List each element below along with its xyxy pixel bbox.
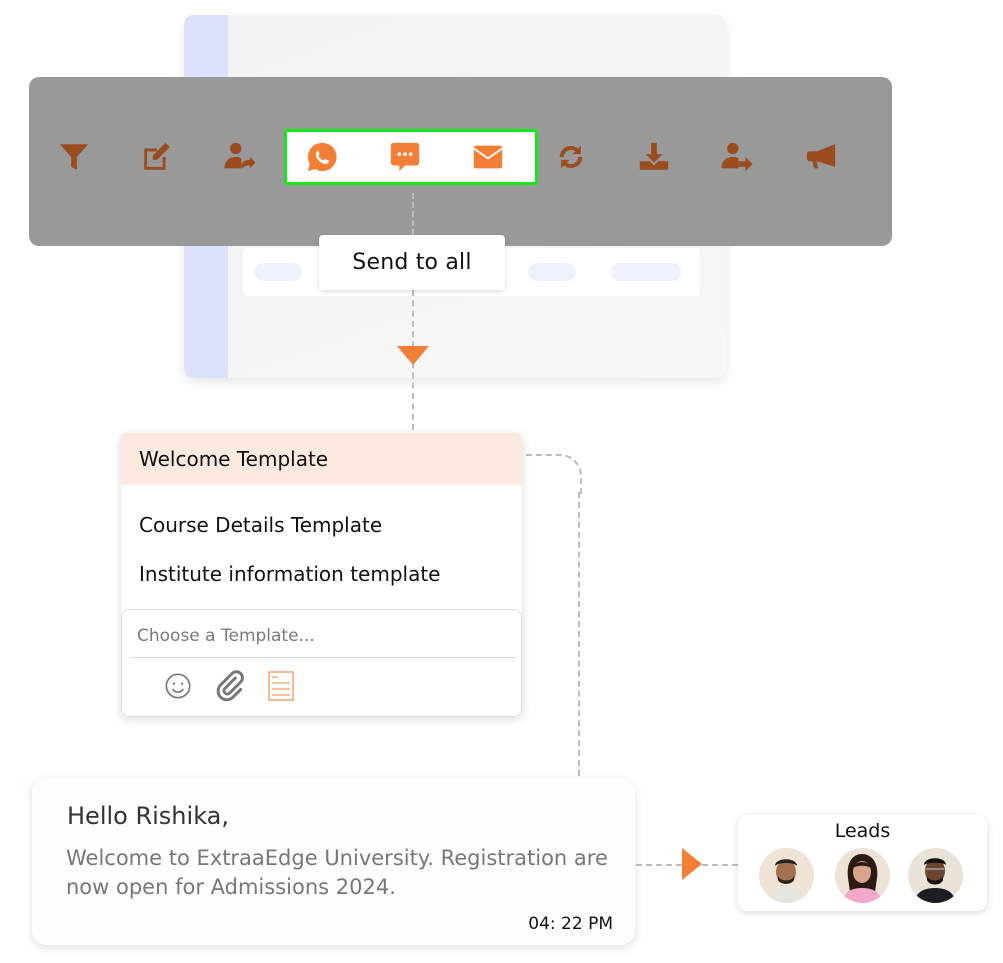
placeholder-pill: [611, 263, 681, 281]
connector-line: [578, 492, 580, 776]
attachment-icon[interactable]: [214, 670, 246, 702]
lead-avatar[interactable]: [759, 848, 814, 903]
message-body: Welcome to ExtraaEdge University. Regist…: [66, 846, 608, 899]
bulk-action-toolbar: [29, 77, 892, 246]
template-search-input[interactable]: [130, 616, 510, 656]
connector-line: [412, 193, 414, 235]
megaphone-icon[interactable]: [801, 137, 841, 177]
whatsapp-icon[interactable]: [302, 137, 342, 177]
leads-card: Leads: [738, 815, 987, 911]
placeholder-pill: [254, 263, 302, 281]
connector-line: [702, 864, 738, 866]
message-greeting: Hello Rishika,: [67, 802, 229, 830]
connector-curve: [526, 454, 582, 494]
email-icon[interactable]: [468, 137, 508, 177]
edit-icon[interactable]: [137, 137, 177, 177]
template-dropdown: Welcome Template Course Details Template…: [121, 433, 522, 717]
send-to-all-tooltip[interactable]: Send to all: [319, 235, 505, 290]
filter-icon[interactable]: [54, 137, 94, 177]
placeholder-pill: [528, 263, 576, 281]
bubble-tail: [15, 778, 33, 802]
emoji-icon[interactable]: [162, 670, 194, 702]
template-option-label: Welcome Template: [139, 447, 329, 471]
divider: [130, 657, 516, 658]
connector-line: [636, 864, 682, 866]
lead-avatar[interactable]: [835, 848, 890, 903]
template-option-label: Course Details Template: [139, 513, 383, 537]
template-option[interactable]: Course Details Template: [121, 499, 522, 551]
arrow-right-icon: [682, 848, 702, 880]
message-composer: [121, 609, 522, 717]
template-option[interactable]: Institute information template: [121, 548, 522, 600]
message-timestamp: 04: 22 PM: [528, 914, 613, 934]
lead-avatar[interactable]: [908, 848, 963, 903]
leads-title: Leads: [834, 820, 891, 842]
arrow-down-icon: [397, 346, 429, 365]
template-icon[interactable]: [265, 670, 297, 702]
transfer-user-icon[interactable]: [717, 137, 757, 177]
template-option[interactable]: Welcome Template: [121, 433, 522, 485]
reassign-user-icon[interactable]: [220, 137, 260, 177]
sms-icon[interactable]: [385, 137, 425, 177]
template-option-label: Institute information template: [139, 562, 441, 586]
message-preview-bubble: Hello Rishika, Welcome to ExtraaEdge Uni…: [32, 778, 635, 945]
download-icon[interactable]: [634, 137, 674, 177]
sync-icon[interactable]: [551, 137, 591, 177]
